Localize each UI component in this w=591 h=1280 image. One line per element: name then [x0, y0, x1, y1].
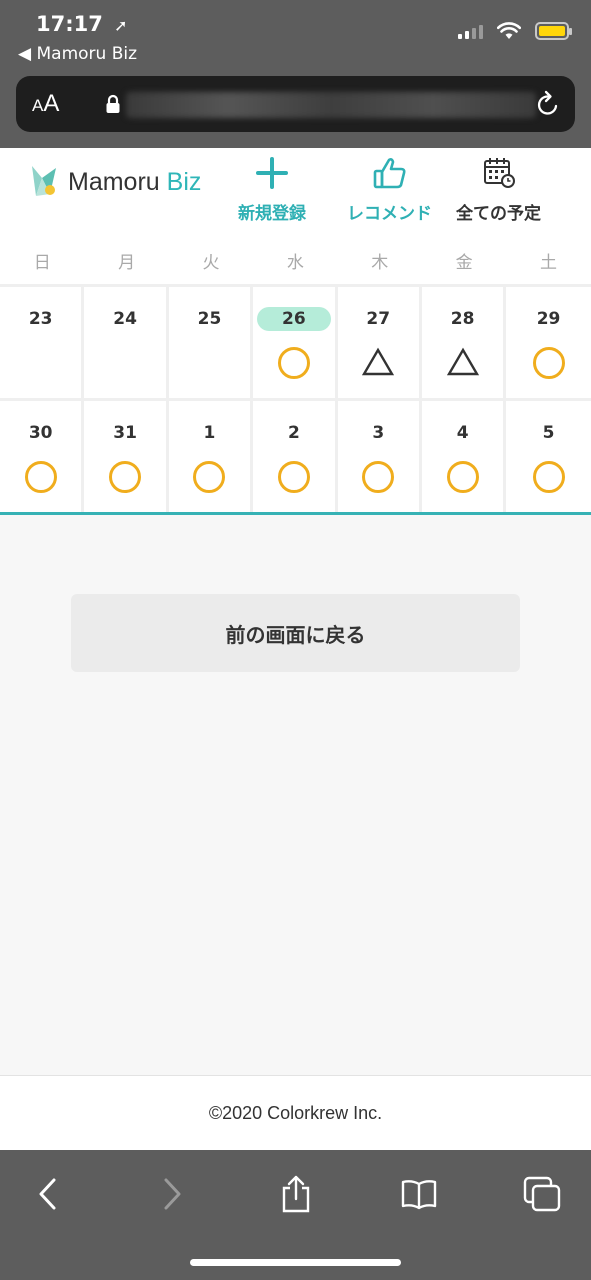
lock-icon [106, 94, 120, 113]
available-circle-icon [277, 347, 310, 379]
weekday-tue: 火 [202, 252, 220, 273]
day-number: 1 [203, 423, 216, 443]
available-circle-icon [24, 461, 57, 493]
calendar-day-cell[interactable]: 24 [84, 287, 169, 398]
home-indicator[interactable] [190, 1259, 401, 1266]
forward-arrow-icon[interactable] [152, 1174, 192, 1214]
day-number: 5 [542, 423, 555, 443]
url-text-redacted [126, 92, 536, 118]
weekday-fri: 金 [455, 252, 473, 273]
weekday-thu: 木 [371, 252, 389, 273]
logo-text: Mamoru Biz [68, 167, 202, 196]
calendar-day-cell-today[interactable]: 26 [253, 287, 338, 398]
day-number: 25 [197, 309, 222, 329]
tabs-icon[interactable] [522, 1174, 562, 1214]
share-icon[interactable] [276, 1174, 316, 1214]
day-number: 31 [113, 423, 137, 443]
all-schedules-button[interactable]: 全ての予定 [456, 156, 541, 224]
calendar-day-cell[interactable]: 23 [0, 287, 85, 398]
weekday-wed: 水 [286, 252, 304, 273]
available-circle-icon [532, 347, 565, 379]
day-number: 23 [28, 309, 53, 329]
available-circle-icon [109, 461, 142, 493]
available-circle-icon [277, 461, 310, 493]
partial-triangle-icon [446, 347, 479, 376]
thumbs-up-icon [373, 158, 405, 189]
address-bar[interactable]: AA [16, 76, 575, 132]
calendar-day-cell[interactable]: 30 [0, 401, 85, 512]
partial-triangle-icon [362, 347, 395, 376]
day-number: 30 [28, 423, 53, 443]
plus-icon [256, 157, 288, 189]
mamoru-biz-logo[interactable]: Mamoru Biz [28, 164, 201, 200]
day-number: 24 [113, 309, 137, 329]
calendar-day-cell[interactable]: 28 [422, 287, 507, 398]
day-number: 4 [456, 423, 469, 443]
reader-text-size-button[interactable]: AA [32, 90, 59, 118]
calendar-day-cell[interactable]: 3 [338, 401, 422, 512]
available-circle-icon [446, 461, 479, 493]
back-arrow-icon[interactable] [28, 1174, 68, 1214]
logo-mark-icon [32, 166, 56, 196]
calendar-day-cell[interactable]: 25 [169, 287, 254, 398]
cellular-signal-icon [458, 23, 483, 39]
available-circle-icon [362, 461, 395, 493]
copyright-text: ©2020 Colorkrew Inc. [208, 1102, 383, 1123]
calendar-week: 23 24 25 26 27 28 29 [0, 284, 591, 398]
day-number: 29 [536, 309, 561, 329]
calendar-day-cell[interactable]: 2 [253, 401, 338, 512]
time-text: 17:17 [36, 12, 103, 36]
calendar-clock-icon [483, 158, 515, 188]
day-number: 27 [366, 309, 391, 329]
reload-icon[interactable] [535, 90, 561, 118]
day-number: 3 [372, 423, 385, 443]
browser-chrome: 17:17 ➚ ◀ Mamoru Biz AA [0, 0, 591, 148]
wifi-icon [497, 22, 521, 39]
available-circle-icon [532, 461, 565, 493]
day-number: 28 [450, 309, 475, 329]
calendar-day-cell[interactable]: 31 [84, 401, 169, 512]
bookmarks-icon[interactable] [399, 1174, 439, 1214]
back-to-previous-screen-button[interactable]: 前の画面に戻る [71, 594, 520, 672]
recommend-button[interactable]: レコメンド [347, 156, 432, 224]
calendar-day-cell[interactable]: 4 [422, 401, 507, 512]
back-to-app-link[interactable]: ◀ Mamoru Biz [18, 44, 137, 64]
weekday-header: 日 月 火 水 木 金 土 [0, 236, 591, 284]
weekday-sun: 日 [33, 252, 51, 273]
calendar-day-cell[interactable]: 29 [506, 287, 590, 398]
day-number-today: 26 [256, 307, 331, 331]
status-indicators [458, 22, 572, 40]
calendar: 日 月 火 水 木 金 土 23 24 25 26 27 28 29 30 31… [0, 236, 591, 515]
available-circle-icon [193, 461, 226, 493]
battery-icon [535, 22, 572, 40]
new-registration-label: 新規登録 [238, 204, 306, 224]
calendar-week: 30 31 1 2 3 4 5 [0, 398, 591, 512]
new-registration-button[interactable]: 新規登録 [238, 156, 306, 224]
weekday-mon: 月 [118, 252, 136, 273]
location-arrow-icon: ➚ [114, 16, 128, 35]
calendar-day-cell[interactable]: 1 [169, 401, 254, 512]
day-number: 2 [287, 423, 300, 443]
footer: ©2020 Colorkrew Inc. [0, 1075, 591, 1150]
app-header: Mamoru Biz 新規登録 レコメンド 全ての予定 [0, 148, 591, 236]
all-schedules-label: 全ての予定 [456, 204, 541, 224]
status-time: 17:17 ➚ [36, 12, 128, 36]
recommend-label: レコメンド [347, 204, 432, 224]
calendar-day-cell[interactable]: 27 [338, 287, 422, 398]
weekday-sat: 土 [540, 252, 558, 273]
calendar-day-cell[interactable]: 5 [506, 401, 590, 512]
